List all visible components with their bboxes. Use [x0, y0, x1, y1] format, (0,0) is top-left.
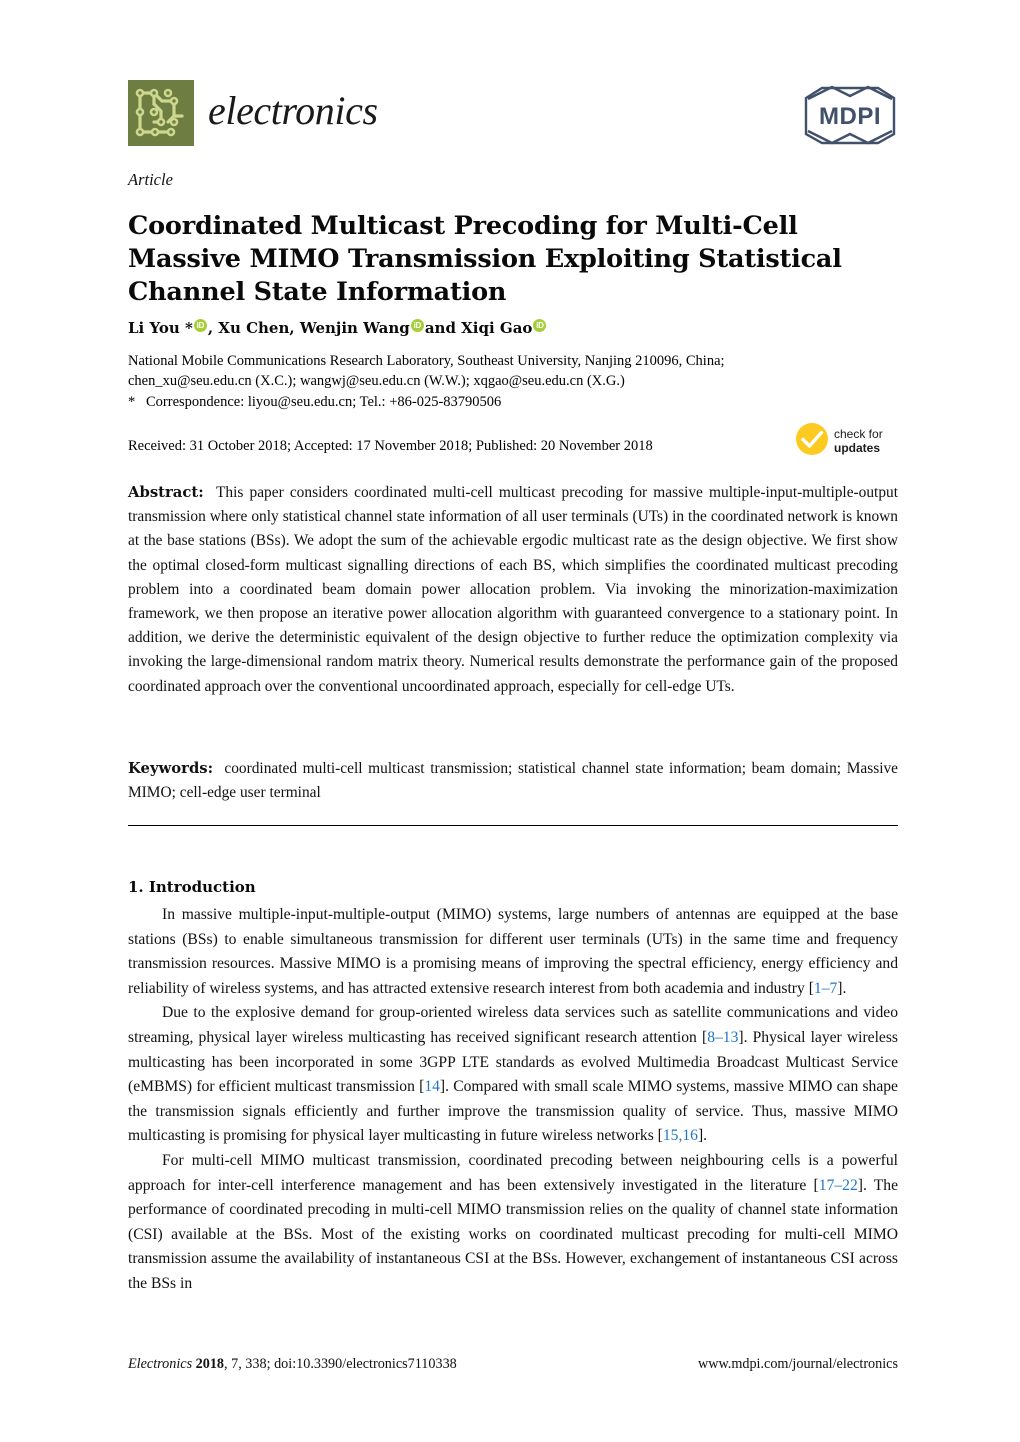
page-footer: Electronics 2018, 7, 338; doi:10.3390/el…	[128, 1356, 898, 1373]
section-heading-introduction: 1. Introduction	[128, 878, 256, 897]
footer-citation: Electronics 2018, 7, 338; doi:10.3390/el…	[128, 1356, 457, 1373]
paragraph-1-text-b: ].	[837, 979, 847, 997]
keywords-text: coordinated multi-cell multicast transmi…	[128, 760, 898, 802]
paragraph-3: For multi-cell MIMO multicast transmissi…	[128, 1149, 898, 1297]
orcid-icon[interactable]: iD	[410, 318, 424, 332]
keywords-label: Keywords:	[128, 760, 214, 777]
paragraph-2-text-d: ].	[697, 1127, 708, 1145]
divider	[128, 825, 898, 826]
mdpi-hexagon-logo[interactable]: MDPI	[802, 84, 898, 146]
citation-link[interactable]: 17–22	[819, 1177, 858, 1194]
paragraph-3-text-a: For multi-cell MIMO multicast transmissi…	[128, 1151, 898, 1194]
page-title: Coordinated Multicast Precoding for Mult…	[128, 211, 842, 308]
citation-link[interactable]: 15,16	[663, 1127, 698, 1144]
crossmark-line1: check for	[834, 427, 883, 441]
citation-link[interactable]: 1–7	[814, 980, 837, 997]
abstract-label: Abstract:	[128, 484, 204, 501]
author-emails[interactable]: chen_xu@seu.edu.cn (X.C.); wangwj@seu.ed…	[128, 372, 898, 392]
paragraph-2: Due to the explosive demand for group-or…	[128, 1001, 898, 1149]
author-name[interactable]: and Xiqi Gao	[425, 318, 533, 338]
author-name[interactable]: , Xu Chen	[208, 318, 290, 338]
crossmark-line2: updates	[834, 441, 881, 455]
footer-doi: , 7, 338; doi:10.3390/electronics7110338	[224, 1356, 457, 1372]
yellow-check-circle-icon	[795, 422, 829, 461]
footer-year: 2018	[195, 1356, 225, 1372]
paragraph-1: In massive multiple-input-multiple-outpu…	[128, 903, 898, 1001]
abstract-block: Abstract: This paper considers coordinat…	[128, 481, 898, 699]
masthead: electronics MDPI	[128, 78, 898, 152]
affiliation-block: National Mobile Communications Research …	[128, 352, 898, 413]
journal-title: electronics	[208, 87, 378, 133]
author-name[interactable]: , Wenjin Wang	[289, 318, 409, 338]
body-text: In massive multiple-input-multiple-outpu…	[128, 903, 898, 1297]
correspondence-marker: *	[128, 394, 136, 410]
check-for-updates-badge[interactable]: check for updates	[795, 419, 903, 463]
correspondence-line[interactable]: Correspondence: liyou@seu.edu.cn; Tel.: …	[146, 393, 501, 413]
citation-link[interactable]: 14	[424, 1078, 440, 1095]
abstract-text: This paper considers coordinated multi-c…	[128, 484, 898, 695]
citation-link[interactable]: 8–13	[707, 1029, 738, 1046]
author-list: Li You * iD , Xu Chen , Wenjin Wang iD a…	[128, 318, 888, 338]
orcid-icon[interactable]: iD	[193, 318, 207, 332]
journal-logo-block[interactable]: electronics	[128, 80, 378, 146]
paper-page: electronics MDPI Article Coordinated Mul…	[0, 0, 1020, 1442]
correspondence-row: * Correspondence: liyou@seu.edu.cn; Tel.…	[128, 393, 898, 413]
footer-journal-name: Electronics	[128, 1356, 193, 1372]
orcid-icon[interactable]: iD	[533, 318, 547, 332]
publication-dates: Received: 31 October 2018; Accepted: 17 …	[128, 438, 653, 454]
affiliation-line: National Mobile Communications Research …	[128, 353, 725, 369]
paragraph-1-text-a: In massive multiple-input-multiple-outpu…	[128, 906, 898, 997]
article-type-label: Article	[128, 170, 173, 189]
mdpi-wordmark: MDPI	[819, 103, 881, 130]
author-name[interactable]: Li You *	[128, 318, 193, 338]
keywords-block: Keywords: coordinated multi-cell multica…	[128, 757, 898, 805]
footer-journal-url[interactable]: www.mdpi.com/journal/electronics	[698, 1356, 898, 1373]
circuit-board-icon	[128, 80, 194, 146]
check-for-updates-text: check for updates	[834, 427, 883, 455]
